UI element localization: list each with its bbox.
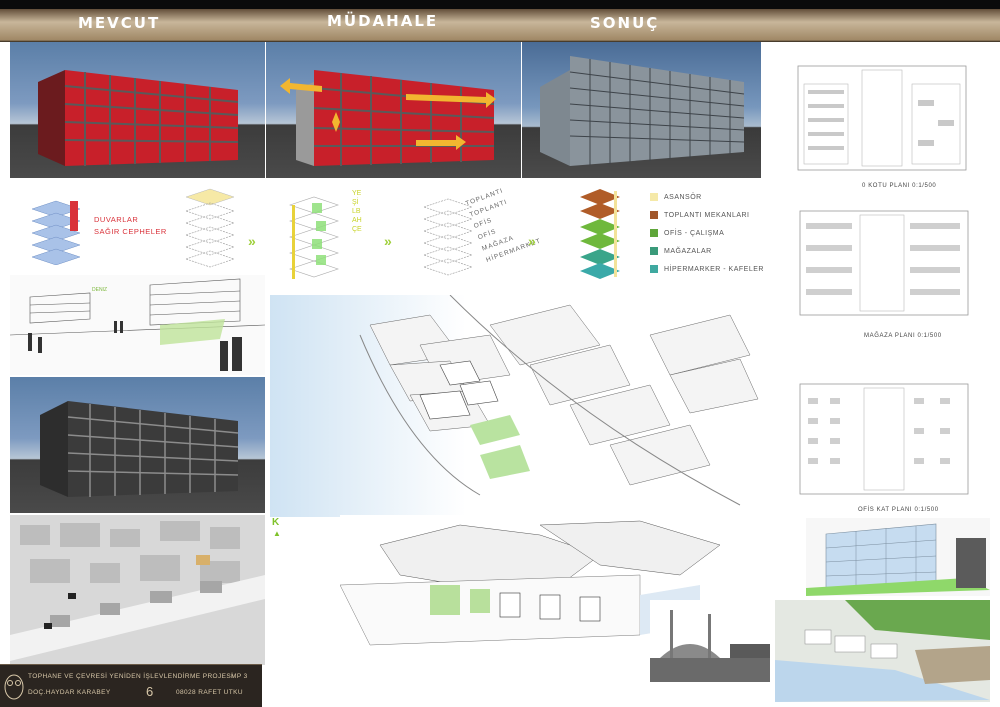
plan-office-drawing (799, 383, 969, 495)
render-skeleton (10, 377, 265, 513)
north-arrow-icon: ▲ (273, 529, 281, 538)
aerial-view-drawing (270, 295, 760, 517)
header-mevcut: MEVCUT (78, 14, 161, 32)
legend-item-hipermarket: HİPERMARKER - KAFELER (650, 265, 764, 273)
legend-label: TOPLANTI MEKANLARI (664, 211, 750, 219)
label-sagir: SAĞIR CEPHELER (94, 227, 167, 236)
render-aerial-color (775, 600, 990, 702)
legend-label: ASANSÖR (664, 193, 702, 201)
plan-office (790, 378, 986, 504)
project-title: TOPHANE VE ÇEVRESİ YENİDEN İŞLEVLENDİRME… (28, 673, 234, 680)
colored-program-stack (580, 189, 620, 279)
intervention-building-render (280, 70, 496, 166)
render-result (522, 42, 761, 178)
legend-swatch (650, 247, 658, 255)
north-label: K (272, 517, 280, 528)
street-sketch-drawing (10, 278, 265, 371)
flow-arrow-3: » (528, 233, 536, 249)
instructor-name: DOÇ.HAYDAR KARABEY (28, 689, 111, 696)
label-yesilbahce: YEŞİLBAHÇE (352, 190, 362, 233)
aerial-color-drawing (775, 600, 990, 702)
legend: ASANSÖR TOPLANTI MEKANLARI OFİS - ÇALIŞM… (650, 193, 764, 273)
photo-mosque (650, 600, 770, 682)
result-building-render (540, 56, 745, 166)
site-plan-drawing (10, 515, 265, 665)
header-sonuc: SONUÇ (590, 14, 660, 32)
title-block: TOPHANE VE ÇEVRESİ YENİDEN İŞLEVLENDİRME… (0, 664, 262, 707)
sheet-number: 6 (146, 684, 154, 699)
green-garden-diagram (289, 196, 339, 279)
plan-ground-drawing (797, 65, 967, 171)
render-intervention (266, 42, 521, 178)
student-name: 08028 RAFET UTKU (176, 689, 243, 696)
flow-arrow-2: » (384, 233, 392, 249)
legend-label: OFİS - ÇALIŞMA (664, 229, 725, 237)
plan-office-caption: OFİS KAT PLANI 0:1/500 (858, 507, 939, 513)
owl-logo-icon (4, 674, 24, 700)
aerial-linework (359, 295, 759, 506)
stacked-slabs-diagram (185, 188, 235, 268)
street-perspective-sketch: DENIZ (10, 275, 265, 375)
legend-swatch (650, 193, 658, 201)
header-bar: MEVCUT MÜDAHALE SONUÇ (0, 0, 1000, 42)
label-deniz: DENIZ (92, 287, 107, 293)
legend-label: MAĞAZALAR (664, 247, 712, 255)
render-existing (10, 42, 265, 178)
plan-store-drawing (799, 210, 969, 316)
legend-item-toplanti: TOPLANTI MEKANLARI (650, 211, 764, 219)
legend-swatch (650, 265, 658, 273)
legend-label: HİPERMARKER - KAFELER (664, 265, 764, 273)
project-code: MP 3 (231, 673, 248, 680)
render-glass-facade (806, 518, 990, 596)
plan-ground-caption: 0 KOTU PLANI 0:1/500 (862, 183, 937, 189)
legend-item-asansor: ASANSÖR (650, 193, 764, 201)
plan-ground-floor (778, 60, 986, 180)
plan-store-caption: MAĞAZA PLANI 0:1/500 (864, 333, 942, 339)
glass-facade-drawing (806, 523, 990, 596)
legend-swatch (650, 211, 658, 219)
legend-item-ofis: OFİS - ÇALIŞMA (650, 229, 764, 237)
exploded-walls-diagram (31, 200, 81, 265)
plan-store (790, 205, 986, 325)
legend-swatch (650, 229, 658, 237)
mosque-drawing (650, 610, 770, 682)
header-mudahale: MÜDAHALE (327, 12, 439, 30)
existing-building-render (38, 70, 239, 166)
header-black-strip (0, 0, 1000, 9)
legend-item-magazalar: MAĞAZALAR (650, 247, 764, 255)
site-plan (10, 515, 265, 665)
skeleton-building-render (40, 401, 239, 497)
flow-arrow-1: » (248, 233, 256, 249)
label-duvarlar: DUVARLAR (94, 215, 139, 224)
